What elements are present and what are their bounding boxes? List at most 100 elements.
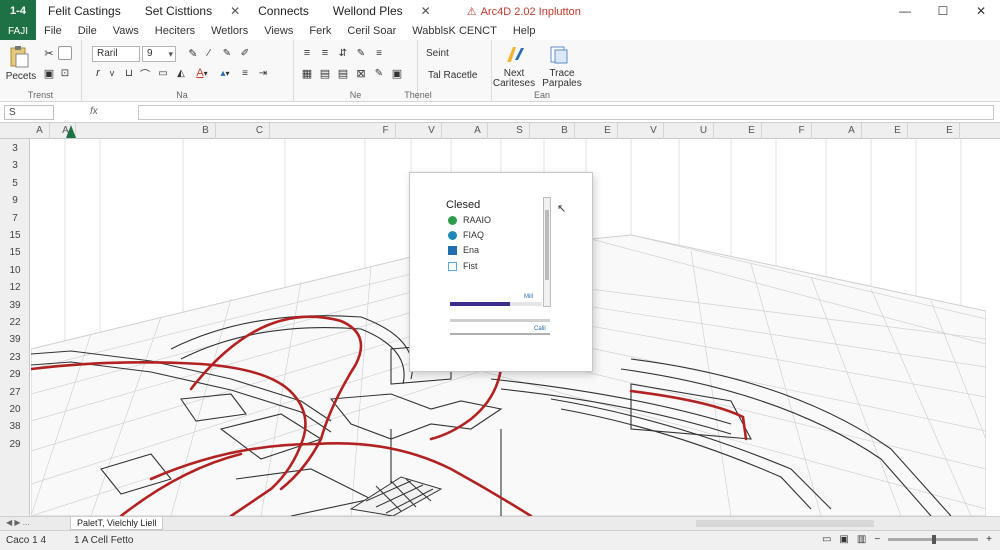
- edit-cell-icon[interactable]: ✎: [372, 66, 386, 80]
- orientation-icon[interactable]: ≡: [372, 46, 386, 60]
- dialog-scroll-thumb[interactable]: [545, 210, 549, 280]
- document-tab-4[interactable]: Wellond Ples: [321, 4, 415, 18]
- row-header[interactable]: 9: [0, 195, 30, 206]
- column-header[interactable]: V: [422, 123, 442, 139]
- horizontal-scrollbar[interactable]: [696, 520, 874, 527]
- font-name-select[interactable]: Raril: [92, 46, 140, 62]
- row-header[interactable]: 5: [0, 178, 30, 189]
- row-header[interactable]: 15: [0, 247, 30, 258]
- page-layout-icon[interactable]: ▣: [839, 534, 848, 545]
- picture-icon[interactable]: ▣: [390, 66, 404, 80]
- menu-vaws[interactable]: Vaws: [105, 25, 147, 37]
- menu-ferk[interactable]: Ferk: [301, 25, 339, 37]
- minimize-button[interactable]: —: [886, 0, 924, 22]
- row-header[interactable]: 29: [0, 369, 30, 380]
- next-label[interactable]: Next Cariteses: [490, 66, 538, 92]
- dialog-slider-2[interactable]: [450, 333, 550, 335]
- chevron-down-icon-2[interactable]: v: [106, 66, 118, 80]
- option-raaio[interactable]: RAAIO: [448, 215, 491, 225]
- option-fist[interactable]: Fist: [448, 261, 478, 271]
- document-tab-2[interactable]: Set Cisttions: [133, 4, 224, 18]
- copy-icon[interactable]: [58, 46, 72, 60]
- underline-icon[interactable]: ⊔: [122, 66, 136, 80]
- column-header[interactable]: C: [250, 123, 270, 139]
- row-header[interactable]: 38: [0, 421, 30, 432]
- row-header[interactable]: 12: [0, 282, 30, 293]
- menu-dile[interactable]: Dile: [70, 25, 105, 37]
- option-fiaq[interactable]: FIAQ: [448, 230, 484, 240]
- row-header[interactable]: 15: [0, 230, 30, 241]
- menu-help[interactable]: Help: [505, 25, 544, 37]
- row-header[interactable]: 39: [0, 334, 30, 345]
- menu-wetlors[interactable]: Wetlors: [203, 25, 256, 37]
- menu-heciters[interactable]: Heciters: [147, 25, 203, 37]
- grid-icon[interactable]: ▤: [318, 66, 332, 80]
- dialog-scrollbar[interactable]: [543, 197, 551, 307]
- zoom-slider-thumb[interactable]: [932, 535, 937, 544]
- column-header[interactable]: F: [376, 123, 396, 139]
- grid-icon-2[interactable]: ▤: [336, 66, 350, 80]
- wrap-icon[interactable]: ✎: [354, 46, 368, 60]
- maximize-button[interactable]: ☐: [924, 0, 962, 22]
- menu-ceril-soar[interactable]: Ceril Soar: [339, 25, 404, 37]
- border-icon[interactable]: ⌒: [138, 66, 152, 81]
- replace-button[interactable]: Tal Racetle: [428, 68, 488, 82]
- highlight-icon[interactable]: ◭: [174, 66, 188, 80]
- option-ena[interactable]: Ena: [448, 245, 479, 255]
- formula-input[interactable]: [138, 105, 994, 120]
- pencil-icon[interactable]: ✎: [186, 46, 200, 60]
- close-tab-icon[interactable]: ✕: [224, 4, 246, 18]
- shrink-font-icon[interactable]: ✎: [220, 46, 234, 60]
- file-badge[interactable]: FAJI: [0, 22, 36, 40]
- column-header[interactable]: F: [792, 123, 812, 139]
- next-comment-icon[interactable]: [502, 44, 528, 66]
- row-header[interactable]: 39: [0, 300, 30, 311]
- document-tab-3[interactable]: Connects: [246, 4, 321, 18]
- column-header[interactable]: A: [468, 123, 488, 139]
- paste-icon[interactable]: [6, 44, 32, 70]
- row-header[interactable]: 7: [0, 213, 30, 224]
- zoom-slider[interactable]: [888, 535, 979, 544]
- row-header[interactable]: 3: [0, 160, 30, 171]
- sheet-tab-active[interactable]: PaletT, Vielchly Liell: [70, 517, 164, 530]
- sheet-nav-arrows[interactable]: ◀ ▶ ...: [6, 518, 29, 527]
- column-header[interactable]: E: [888, 123, 908, 139]
- grow-font-icon[interactable]: ⁄: [202, 46, 216, 60]
- save-icon[interactable]: ▣: [42, 66, 56, 80]
- format-painter-icon[interactable]: ⊡: [58, 66, 72, 80]
- zoom-out-button[interactable]: −: [874, 534, 880, 545]
- column-header[interactable]: S: [510, 123, 530, 139]
- row-header[interactable]: 22: [0, 317, 30, 328]
- find-button[interactable]: Seint: [426, 46, 486, 60]
- font-color-icon[interactable]: A ▾: [192, 66, 212, 80]
- column-header[interactable]: E: [742, 123, 762, 139]
- column-header[interactable]: E: [598, 123, 618, 139]
- menu-views[interactable]: Views: [256, 25, 301, 37]
- column-header[interactable]: A: [842, 123, 862, 139]
- cut-icon[interactable]: ✂: [42, 46, 56, 60]
- column-header[interactable]: E: [940, 123, 960, 139]
- row-header[interactable]: 3: [0, 143, 30, 154]
- close-window-button[interactable]: ✕: [962, 0, 1000, 22]
- row-header[interactable]: 10: [0, 265, 30, 276]
- normal-view-icon[interactable]: ▭: [822, 534, 831, 545]
- column-header[interactable]: V: [644, 123, 664, 139]
- zoom-in-button[interactable]: +: [986, 534, 992, 545]
- menu-file[interactable]: File: [36, 25, 70, 37]
- row-header[interactable]: 27: [0, 387, 30, 398]
- column-header[interactable]: U: [694, 123, 714, 139]
- trace-icon[interactable]: [548, 44, 570, 66]
- fill-color-icon[interactable]: ▭: [156, 66, 170, 80]
- row-header[interactable]: 23: [0, 352, 30, 363]
- dialog-slider[interactable]: [450, 319, 550, 322]
- column-header[interactable]: B: [196, 123, 216, 139]
- italic-icon[interactable]: r: [92, 66, 104, 80]
- edit-icon[interactable]: ✐: [238, 46, 252, 60]
- text-direction-icon[interactable]: ▴ ▾: [216, 66, 234, 80]
- fx-icon[interactable]: fx: [72, 106, 98, 117]
- document-tab-1[interactable]: Felit Castings: [36, 4, 133, 18]
- align-left-icon[interactable]: ≡: [300, 46, 314, 60]
- table-icon[interactable]: ▦: [300, 66, 314, 80]
- align-center-icon[interactable]: ≡: [318, 46, 332, 60]
- menu-wabblsk-cenct[interactable]: WabblsK CENCT: [404, 25, 505, 37]
